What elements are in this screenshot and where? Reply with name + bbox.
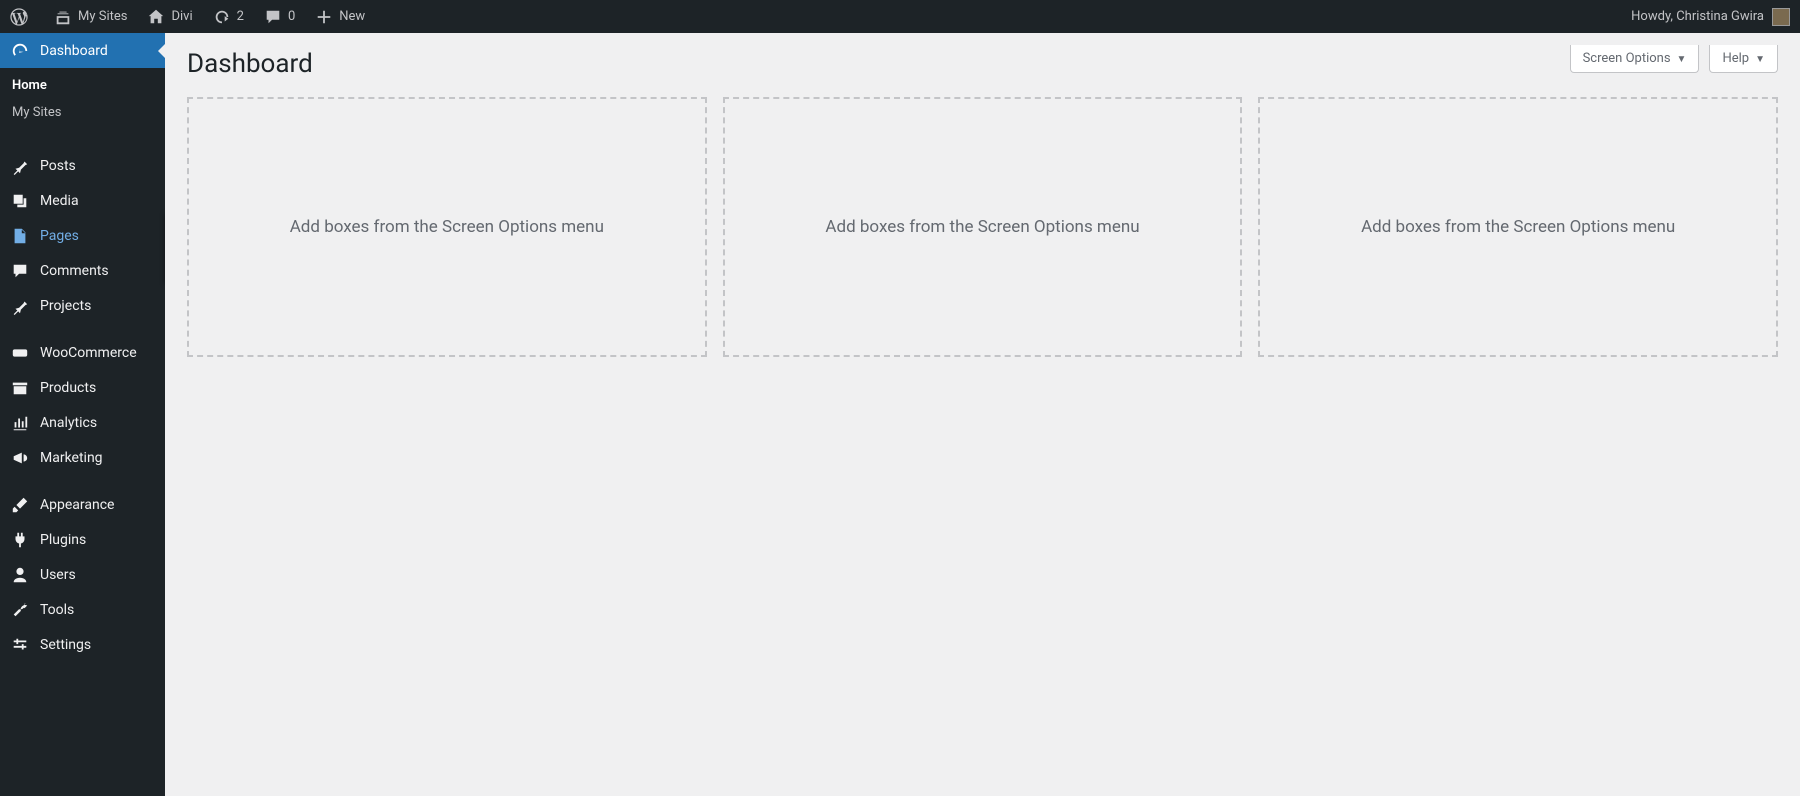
menu-tools-label: Tools [40,602,74,618]
avatar [1772,8,1790,26]
toolbar-updates-count: 2 [237,9,244,24]
wrench-icon [10,601,30,619]
menu-comments-label: Comments [40,263,109,279]
help-button[interactable]: Help ▼ [1709,45,1778,73]
submenu-my-sites[interactable]: My Sites [0,99,165,126]
help-label: Help [1722,51,1749,66]
menu-woocommerce[interactable]: WooCommerce [0,335,165,370]
pin-icon [10,297,30,315]
dashboard-dropzone-2: Add boxes from the Screen Options menu [723,97,1243,357]
menu-media-label: Media [40,193,79,209]
toolbar-new[interactable]: New [305,0,375,33]
home-icon [147,8,165,26]
menu-projects-label: Projects [40,298,91,314]
page-icon [10,227,30,245]
comment-icon [264,8,282,26]
content-area: Dashboard Screen Options ▼ Help ▼ Add boxe… [165,33,1800,796]
menu-settings[interactable]: Settings [0,627,165,662]
screen-options-button[interactable]: Screen Options ▼ [1570,45,1700,73]
toolbar-account[interactable]: Howdy, Christina Gwira [1631,0,1800,33]
menu-analytics-label: Analytics [40,415,97,431]
menu-dashboard-label: Dashboard [40,43,108,59]
menu-woocommerce-label: WooCommerce [40,345,137,361]
page-title: Dashboard [187,49,313,79]
user-icon [10,566,30,584]
toolbar-new-label: New [339,9,365,24]
menu-tools[interactable]: Tools [0,592,165,627]
brush-icon [10,496,30,514]
caret-down-icon: ▼ [1755,54,1765,65]
archive-icon [10,379,30,397]
menu-settings-label: Settings [40,637,91,653]
pin-icon [10,157,30,175]
dashboard-dropzone-1: Add boxes from the Screen Options menu [187,97,707,357]
megaphone-icon [10,449,30,467]
toolbar-updates[interactable]: 2 [203,0,254,33]
submenu-home[interactable]: Home [0,72,165,99]
dashboard-icon [10,42,30,60]
menu-pages-label: Pages [40,228,79,244]
admin-sidebar: Dashboard Home My Sites Posts Media Page… [0,33,165,796]
menu-plugins-label: Plugins [40,532,86,548]
menu-products-label: Products [40,380,96,396]
menu-marketing-label: Marketing [40,450,103,466]
dashboard-submenu: Home My Sites [0,68,165,136]
menu-pages[interactable]: Pages [0,218,165,253]
comments-icon [10,262,30,280]
menu-marketing[interactable]: Marketing [0,440,165,475]
toolbar-comments-count: 0 [288,9,295,24]
screen-options-label: Screen Options [1583,51,1671,66]
menu-posts[interactable]: Posts [0,148,165,183]
toolbar-site-name-label: Divi [171,9,192,24]
menu-projects[interactable]: Projects [0,288,165,323]
plugin-icon [10,531,30,549]
menu-products[interactable]: Products [0,370,165,405]
update-icon [213,8,231,26]
menu-users[interactable]: Users [0,557,165,592]
dashboard-dropzone-3: Add boxes from the Screen Options menu [1258,97,1778,357]
menu-analytics[interactable]: Analytics [0,405,165,440]
chart-icon [10,414,30,432]
caret-down-icon: ▼ [1677,54,1687,65]
multisite-icon [54,8,72,26]
admin-toolbar: My Sites Divi 2 0 New Howdy, Christina G… [0,0,1800,33]
plus-icon [315,8,333,26]
toolbar-greeting: Howdy, Christina Gwira [1631,9,1764,24]
toolbar-comments[interactable]: 0 [254,0,305,33]
menu-appearance-label: Appearance [40,497,114,513]
toolbar-my-sites-label: My Sites [78,9,127,24]
sliders-icon [10,636,30,654]
menu-appearance[interactable]: Appearance [0,487,165,522]
toolbar-my-sites[interactable]: My Sites [44,0,137,33]
menu-plugins[interactable]: Plugins [0,522,165,557]
menu-posts-label: Posts [40,158,76,174]
toolbar-site-name[interactable]: Divi [137,0,202,33]
menu-comments[interactable]: Comments [0,253,165,288]
menu-media[interactable]: Media [0,183,165,218]
wp-logo[interactable] [0,0,44,33]
woocommerce-icon [10,344,30,362]
media-icon [10,192,30,210]
menu-users-label: Users [40,567,76,583]
wordpress-icon [10,8,28,26]
menu-dashboard[interactable]: Dashboard [0,33,165,68]
